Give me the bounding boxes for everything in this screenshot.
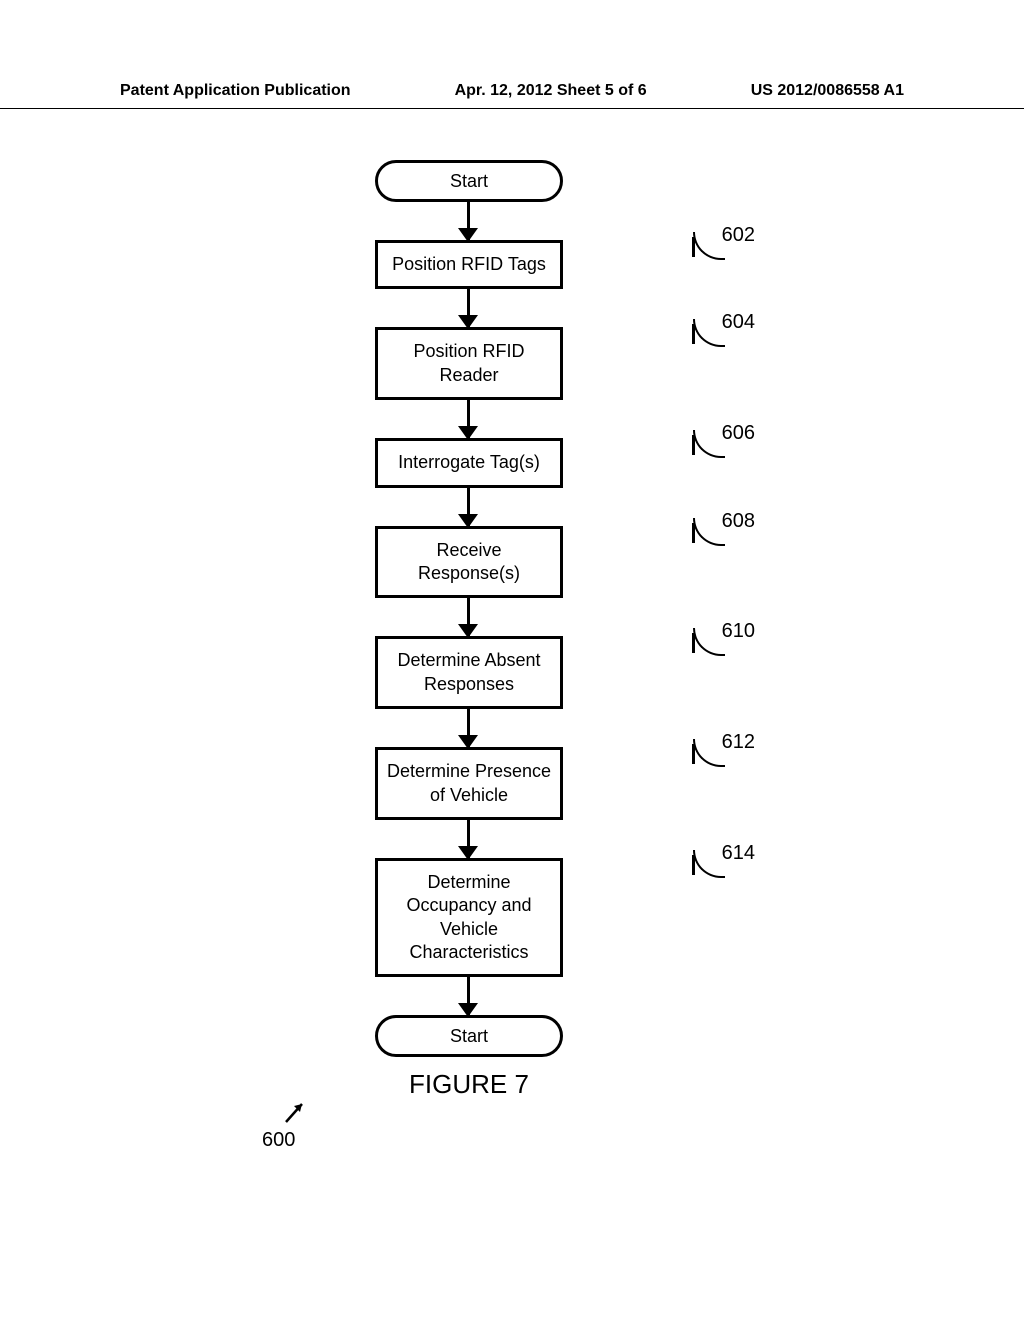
step-wrapper-612: Determine Presence of Vehicle 612 xyxy=(375,747,675,820)
process-box-614: Determine Occupancy and Vehicle Characte… xyxy=(375,858,563,978)
step-label: Determine Absent Responses xyxy=(397,649,540,696)
step-label: Interrogate Tag(s) xyxy=(398,451,540,474)
step-label: Position RFID Tags xyxy=(392,253,546,276)
arrow-connector xyxy=(467,820,470,858)
header-patent-number: US 2012/0086558 A1 xyxy=(751,82,904,100)
arrow-connector xyxy=(467,709,470,747)
ref-curve xyxy=(693,628,725,656)
flowchart: Start Position RFID Tags 602 Position RF… xyxy=(375,160,675,1100)
start-terminator: Start xyxy=(375,160,563,202)
end-label: Start xyxy=(450,1026,488,1047)
start-label: Start xyxy=(450,171,488,192)
step-label: Position RFID Reader xyxy=(413,340,524,387)
step-wrapper-606: Interrogate Tag(s) 606 xyxy=(375,438,675,487)
ref-curve xyxy=(693,319,725,347)
ref-number-610: 610 xyxy=(722,620,755,643)
ref-curve xyxy=(693,739,725,767)
step-wrapper-602: Position RFID Tags 602 xyxy=(375,240,675,289)
arrow-connector xyxy=(467,289,470,327)
ref-number-600: 600 xyxy=(262,1129,295,1152)
process-box-602: Position RFID Tags xyxy=(375,240,563,289)
step-label: Receive Response(s) xyxy=(418,539,520,586)
ref-number-612: 612 xyxy=(722,731,755,754)
ref-number-614: 614 xyxy=(722,842,755,865)
process-box-606: Interrogate Tag(s) xyxy=(375,438,563,487)
ref-number-604: 604 xyxy=(722,311,755,334)
arrow-connector xyxy=(467,488,470,526)
header-publication: Patent Application Publication xyxy=(120,82,351,100)
header-sheet-info: Apr. 12, 2012 Sheet 5 of 6 xyxy=(455,82,647,100)
ref-number-608: 608 xyxy=(722,510,755,533)
process-box-610: Determine Absent Responses xyxy=(375,636,563,709)
ref-curve xyxy=(693,232,725,260)
step-wrapper-608: Receive Response(s) 608 xyxy=(375,526,675,599)
ref-curve xyxy=(693,850,725,878)
ref-number-606: 606 xyxy=(722,422,755,445)
process-box-608: Receive Response(s) xyxy=(375,526,563,599)
process-box-612: Determine Presence of Vehicle xyxy=(375,747,563,820)
step-wrapper-604: Position RFID Reader 604 xyxy=(375,327,675,400)
arrow-connector xyxy=(467,598,470,636)
arrow-connector xyxy=(467,400,470,438)
arrow-connector xyxy=(467,202,470,240)
step-label: Determine Occupancy and Vehicle Characte… xyxy=(406,871,531,965)
arrow-connector xyxy=(467,977,470,1015)
step-wrapper-614: Determine Occupancy and Vehicle Characte… xyxy=(375,858,675,978)
ref-curve xyxy=(693,518,725,546)
page-header: Patent Application Publication Apr. 12, … xyxy=(0,0,1024,109)
end-terminator: Start xyxy=(375,1015,563,1057)
ref-number-602: 602 xyxy=(722,224,755,247)
ref-600-arrow-icon xyxy=(280,1098,310,1128)
process-box-604: Position RFID Reader xyxy=(375,327,563,400)
figure-label: FIGURE 7 xyxy=(375,1069,563,1100)
step-wrapper-610: Determine Absent Responses 610 xyxy=(375,636,675,709)
step-label: Determine Presence of Vehicle xyxy=(387,760,551,807)
ref-curve xyxy=(693,430,725,458)
